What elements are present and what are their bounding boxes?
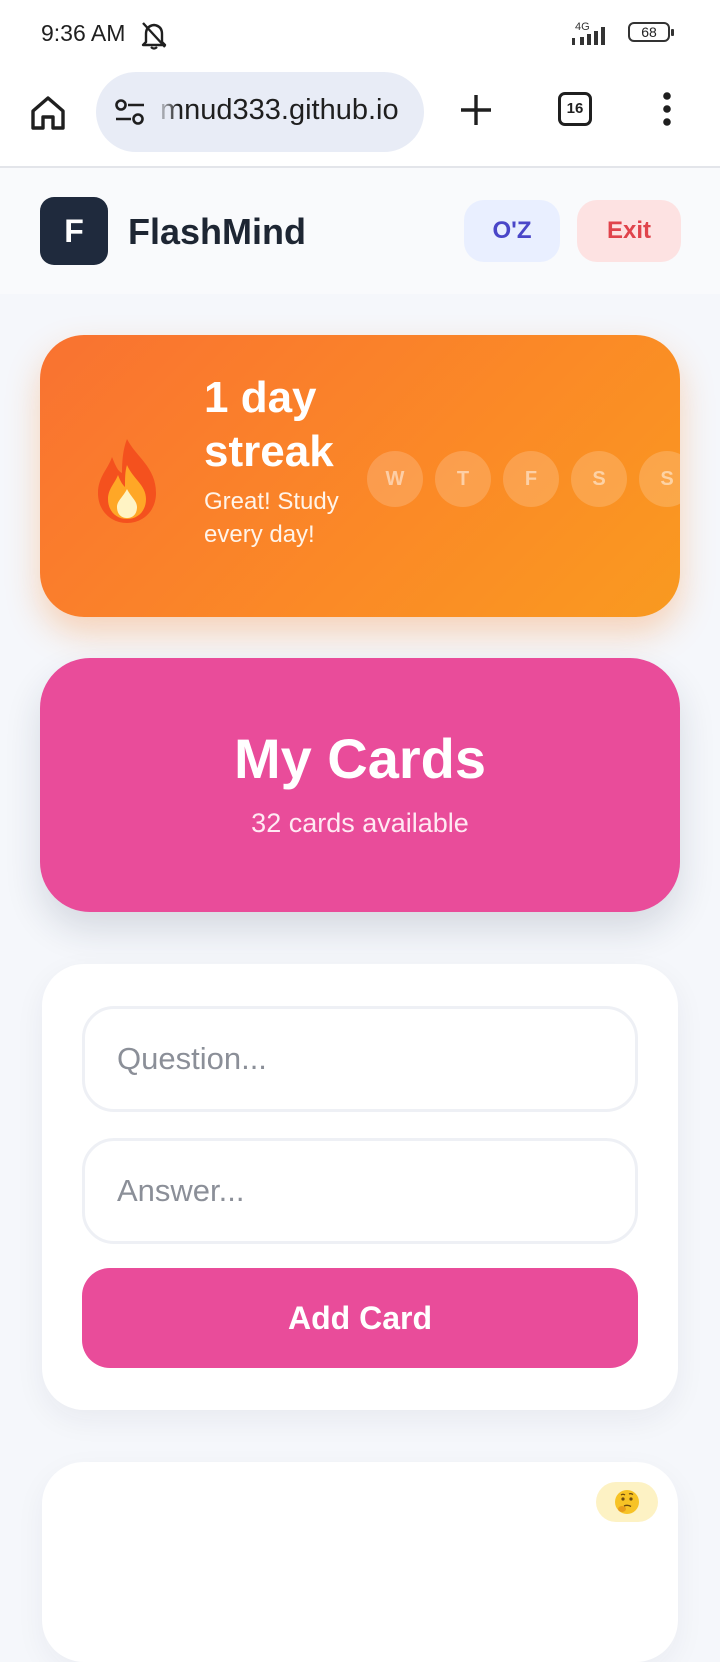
status-bar: 9:36 AM 4G 68 <box>0 0 720 70</box>
streak-subtitle: Great! Study every day! <box>204 488 339 548</box>
app-header: F FlashMind O'Z Exit <box>0 168 720 294</box>
tabs-icon[interactable]: 16 <box>558 92 592 126</box>
url-fade <box>156 72 178 152</box>
weekday-circle: S <box>639 451 680 507</box>
plus-icon[interactable] <box>458 92 494 128</box>
brand-name: FlashMind <box>128 211 306 252</box>
weekday-circle: F <box>503 451 559 507</box>
weekday-circle: T <box>435 451 491 507</box>
status-time: 9:36 AM <box>41 20 126 46</box>
thinking-face-icon <box>615 1490 639 1514</box>
my-cards-banner[interactable]: My Cards 32 cards available <box>40 658 680 912</box>
streak-title: 1 day streak <box>204 373 334 476</box>
fire-icon <box>98 439 156 523</box>
question-input[interactable] <box>82 1006 638 1112</box>
mood-badge <box>596 1482 658 1522</box>
add-card-form: Add Card <box>42 964 678 1410</box>
network-type: 4G <box>575 21 590 33</box>
signal-icon: 4G <box>570 18 620 48</box>
menu-icon[interactable] <box>660 90 674 130</box>
add-card-button[interactable]: Add Card <box>82 1268 638 1368</box>
battery-icon: 68 <box>628 22 674 42</box>
site-settings-icon[interactable] <box>114 98 146 126</box>
answer-input[interactable] <box>82 1138 638 1244</box>
weekday-circle: W <box>367 451 423 507</box>
url-text[interactable]: mnud333.github.io <box>160 94 399 127</box>
browser-toolbar: mnud333.github.io 16 <box>0 70 720 168</box>
weekday-circle: S <box>571 451 627 507</box>
app-logo: F <box>40 197 108 265</box>
streak-card: 1 day streak Great! Study every day! W T… <box>40 335 680 617</box>
exit-button[interactable]: Exit <box>577 200 681 262</box>
address-bar[interactable]: mnud333.github.io <box>96 72 424 152</box>
cards-count: 32 cards available <box>251 808 469 838</box>
bell-off-icon <box>141 22 167 50</box>
home-icon[interactable] <box>28 92 68 132</box>
user-button[interactable]: O'Z <box>464 200 560 262</box>
flashcard-preview[interactable] <box>42 1462 678 1662</box>
cards-title: My Cards <box>233 727 487 790</box>
